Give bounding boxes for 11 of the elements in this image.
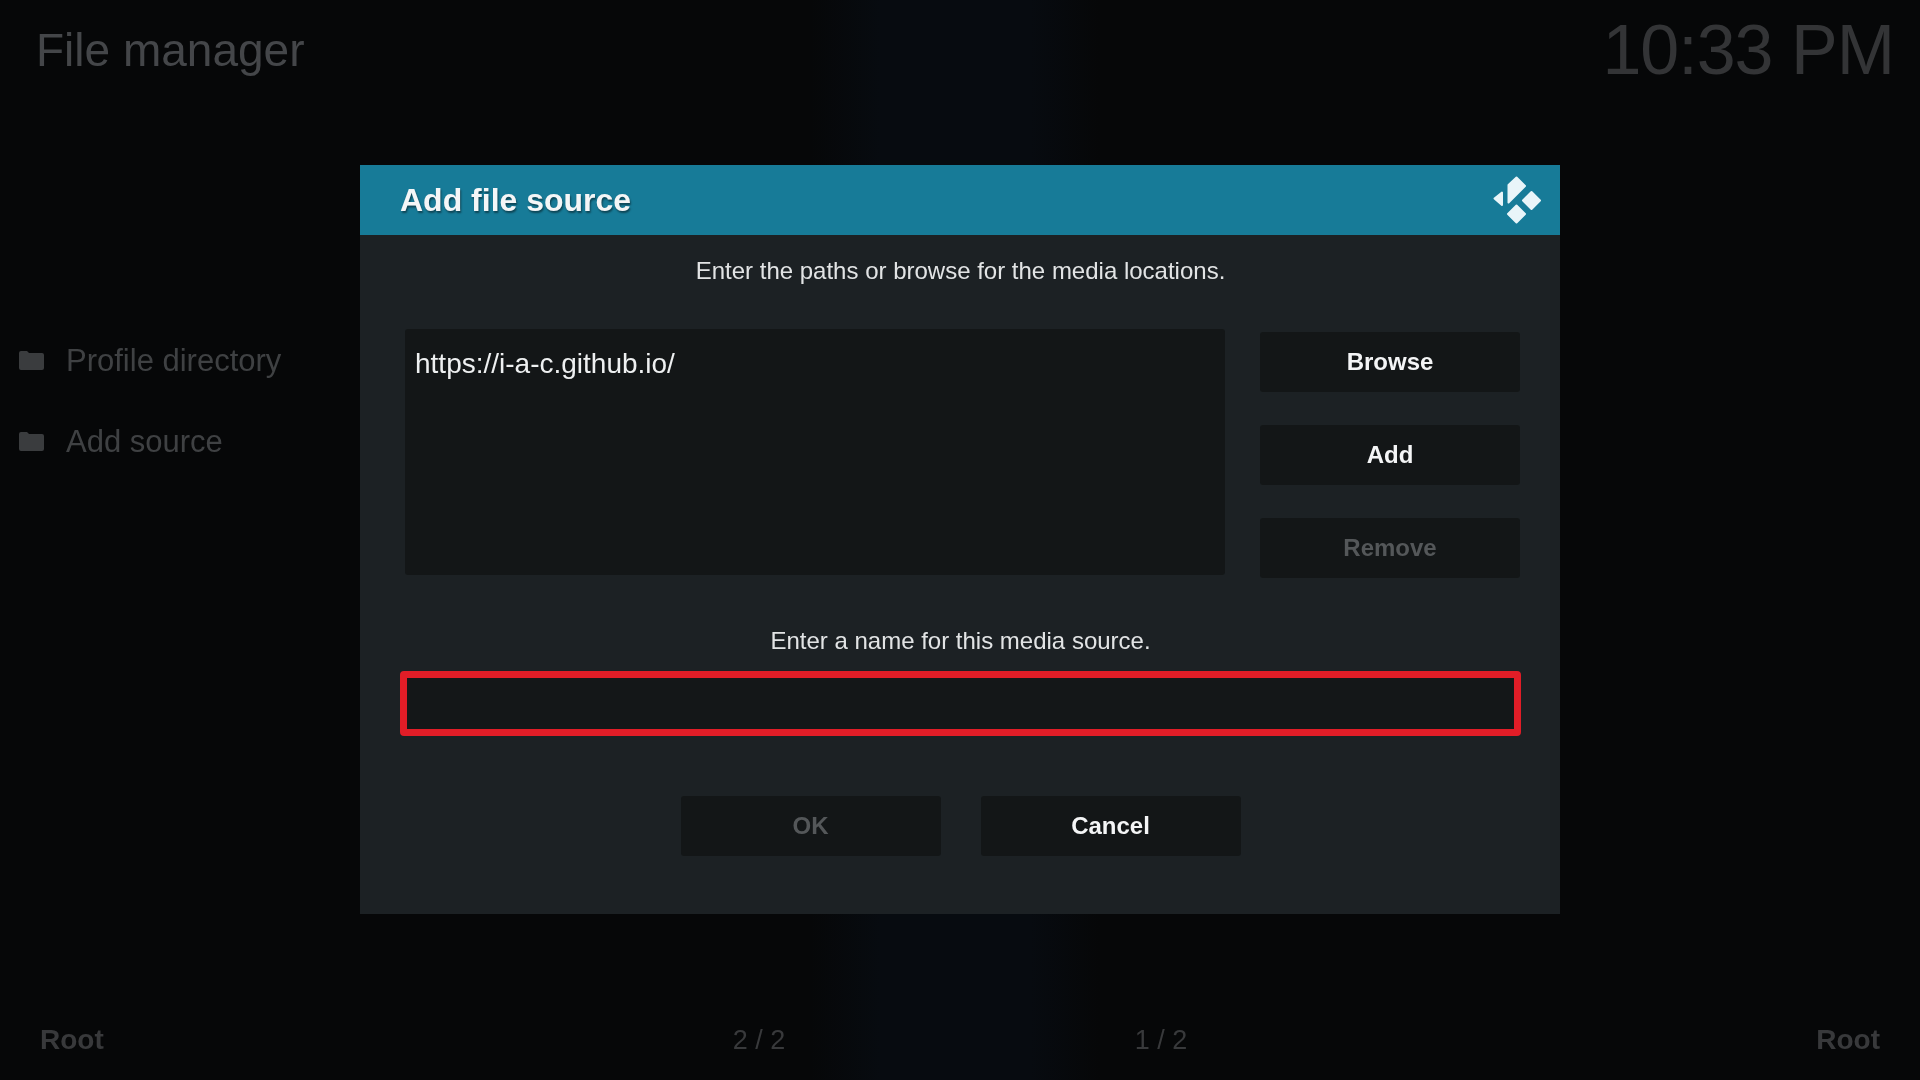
name-prompt: Enter a name for this media source. [770, 627, 1151, 655]
dialog-button[interactable]: Browse [1260, 332, 1520, 392]
diamond-logo-icon [1493, 176, 1542, 224]
folder-icon [19, 432, 44, 451]
dialog-title: Add file source [400, 181, 632, 219]
dialog-button[interactable]: Cancel [980, 796, 1241, 856]
path-item[interactable]: https://i-a-c.github.io/ [415, 347, 675, 381]
dialog-button[interactable]: Add [1260, 425, 1520, 485]
paths-prompt: Enter the paths or browse for the media locations. [695, 257, 1226, 285]
name-input-field[interactable] [400, 671, 1521, 736]
folder-icon [19, 351, 44, 370]
